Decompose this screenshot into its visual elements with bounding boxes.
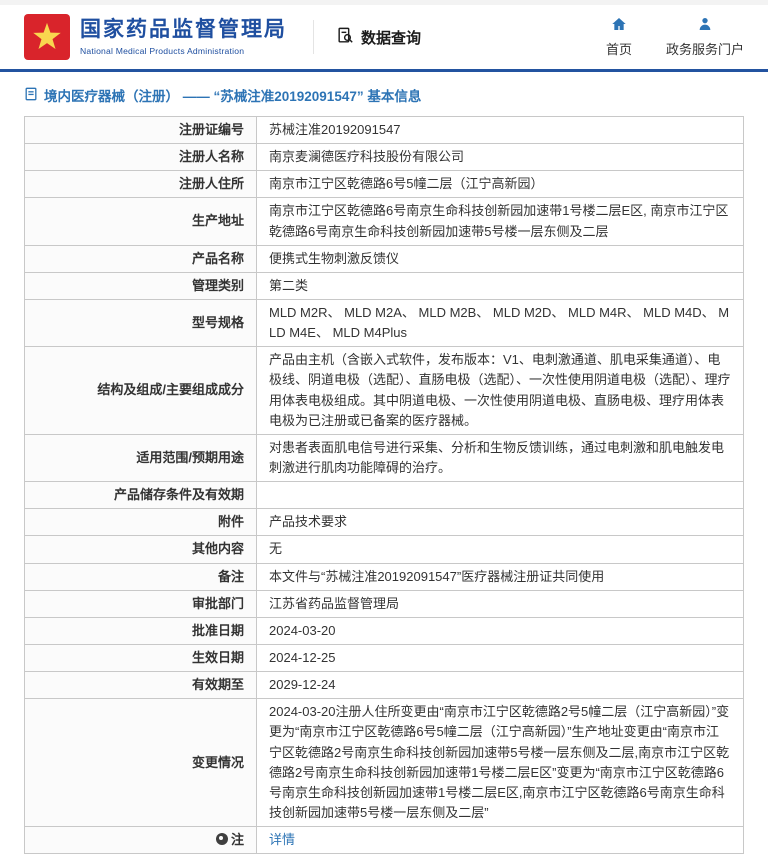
nav-portal-label: 政务服务门户 [666, 39, 744, 58]
table-row: 其他内容 无 [25, 536, 744, 563]
field-value [257, 482, 744, 509]
field-label: 注册人住所 [25, 171, 257, 198]
field-label: 生产地址 [25, 198, 257, 245]
table-row: 附件 产品技术要求 [25, 509, 744, 536]
field-label: 变更情况 [25, 699, 257, 827]
field-value: 南京市江宁区乾德路6号南京生命科技创新园加速带1号楼二层E区, 南京市江宁区乾德… [257, 198, 744, 245]
table-row: 审批部门 江苏省药品监督管理局 [25, 590, 744, 617]
note-icon [216, 833, 228, 845]
table-row: 变更情况 2024-03-20注册人住所变更由“南京市江宁区乾德路2号5幢二层（… [25, 699, 744, 827]
field-label: 适用范围/预期用途 [25, 434, 257, 481]
org-names: 国家药品监督管理局 National Medical Products Admi… [80, 18, 287, 55]
field-value: 江苏省药品监督管理局 [257, 590, 744, 617]
data-query-tab[interactable]: 数据查询 [336, 26, 421, 49]
field-value: 2024-03-20注册人住所变更由“南京市江宁区乾德路2号5幢二层（江宁高新园… [257, 699, 744, 827]
table-row: 注册人名称 南京麦澜德医疗科技股份有限公司 [25, 144, 744, 171]
nav-portal[interactable]: 政务服务门户 [666, 16, 744, 58]
field-label: 附件 [25, 509, 257, 536]
field-value: 便携式生物刺激反馈仪 [257, 245, 744, 272]
field-value: 南京市江宁区乾德路6号5幢二层（江宁高新园） [257, 171, 744, 198]
data-query-icon [336, 26, 355, 49]
table-row: 注册人住所 南京市江宁区乾德路6号5幢二层（江宁高新园） [25, 171, 744, 198]
data-query-label: 数据查询 [361, 27, 421, 48]
field-value: 详情 [257, 827, 744, 854]
user-icon [697, 16, 713, 35]
field-value: 无 [257, 536, 744, 563]
header-divider [313, 20, 314, 54]
field-value: 2024-12-25 [257, 644, 744, 671]
field-label: 审批部门 [25, 590, 257, 617]
nav-home[interactable]: 首页 [606, 16, 632, 58]
field-label: 结构及组成/主要组成成分 [25, 347, 257, 435]
table-row: 管理类别 第二类 [25, 272, 744, 299]
field-label: 注 [25, 827, 257, 854]
field-label: 型号规格 [25, 299, 257, 346]
table-row: 型号规格 MLD M2R、 MLD M2A、 MLD M2B、 MLD M2D、… [25, 299, 744, 346]
table-row: 生产地址 南京市江宁区乾德路6号南京生命科技创新园加速带1号楼二层E区, 南京市… [25, 198, 744, 245]
field-label: 管理类别 [25, 272, 257, 299]
field-label: 其他内容 [25, 536, 257, 563]
table-row: 产品储存条件及有效期 [25, 482, 744, 509]
org-name-cn: 国家药品监督管理局 [80, 18, 287, 42]
field-value: 2029-12-24 [257, 672, 744, 699]
table-row: 结构及组成/主要组成成分 产品由主机（含嵌入式软件，发布版本：V1、电刺激通道、… [25, 347, 744, 435]
field-label: 注册人名称 [25, 144, 257, 171]
note-label: 注 [231, 832, 244, 847]
registration-info-table: 注册证编号 苏械注准20192091547 注册人名称 南京麦澜德医疗科技股份有… [24, 116, 744, 854]
table-row-note: 注 详情 [25, 827, 744, 854]
field-label: 生效日期 [25, 644, 257, 671]
field-value: 产品由主机（含嵌入式软件，发布版本：V1、电刺激通道、肌电采集通道）、电极线、阴… [257, 347, 744, 435]
field-value: 产品技术要求 [257, 509, 744, 536]
field-label: 批准日期 [25, 617, 257, 644]
field-label: 注册证编号 [25, 117, 257, 144]
field-label: 产品储存条件及有效期 [25, 482, 257, 509]
home-icon [611, 16, 627, 35]
field-label: 产品名称 [25, 245, 257, 272]
breadcrumb-text: 境内医疗器械（注册） —— “苏械注准20192091547” 基本信息 [44, 85, 421, 105]
field-value: 南京麦澜德医疗科技股份有限公司 [257, 144, 744, 171]
field-value: 本文件与“苏械注准20192091547”医疗器械注册证共同使用 [257, 563, 744, 590]
table-row: 备注 本文件与“苏械注准20192091547”医疗器械注册证共同使用 [25, 563, 744, 590]
nav-home-label: 首页 [606, 39, 632, 58]
field-value: 对患者表面肌电信号进行采集、分析和生物反馈训练，通过电刺激和肌电触发电刺激进行肌… [257, 434, 744, 481]
table-row: 产品名称 便携式生物刺激反馈仪 [25, 245, 744, 272]
breadcrumb: 境内医疗器械（注册） —— “苏械注准20192091547” 基本信息 [0, 72, 768, 114]
field-value: 2024-03-20 [257, 617, 744, 644]
table-row: 有效期至 2029-12-24 [25, 672, 744, 699]
table-row: 注册证编号 苏械注准20192091547 [25, 117, 744, 144]
field-value: 第二类 [257, 272, 744, 299]
table-row: 生效日期 2024-12-25 [25, 644, 744, 671]
field-value: 苏械注准20192091547 [257, 117, 744, 144]
document-icon [24, 87, 38, 104]
org-name-en: National Medical Products Administration [80, 46, 287, 56]
table-row: 批准日期 2024-03-20 [25, 617, 744, 644]
site-header: 国家药品监督管理局 National Medical Products Admi… [0, 5, 768, 69]
table-row: 适用范围/预期用途 对患者表面肌电信号进行采集、分析和生物反馈训练，通过电刺激和… [25, 434, 744, 481]
national-emblem-icon [24, 14, 70, 60]
field-label: 有效期至 [25, 672, 257, 699]
field-value: MLD M2R、 MLD M2A、 MLD M2B、 MLD M2D、 MLD … [257, 299, 744, 346]
detail-link[interactable]: 详情 [269, 832, 295, 847]
field-label: 备注 [25, 563, 257, 590]
nmpa-logo[interactable]: 国家药品监督管理局 National Medical Products Admi… [24, 14, 287, 60]
